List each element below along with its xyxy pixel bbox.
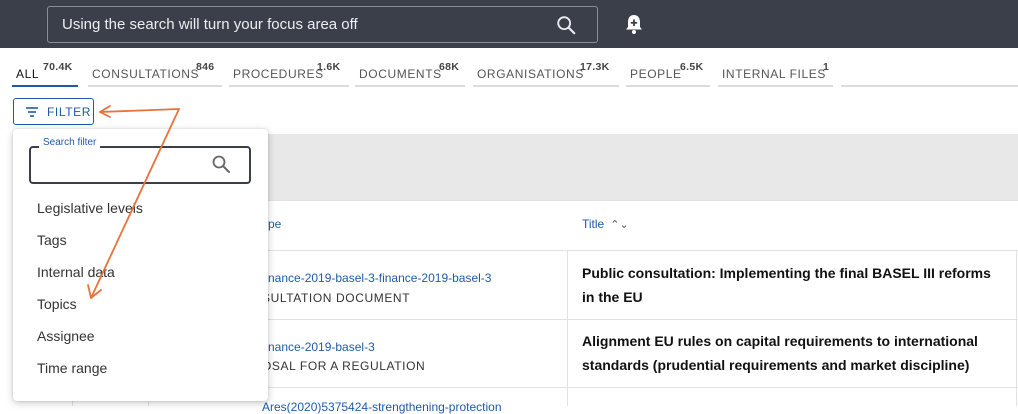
sort-arrows-icon[interactable]: ⌃⌄ xyxy=(610,219,628,231)
tab-label: CONSULTATIONS xyxy=(92,67,200,81)
tab-label: ALL xyxy=(16,67,40,81)
filter-lines-icon xyxy=(26,107,38,117)
table-divider xyxy=(255,250,1018,251)
filter-button-label: FILTER xyxy=(47,105,92,119)
row-title: Public consultation: Implementing the fi… xyxy=(582,265,991,305)
search-icon[interactable] xyxy=(555,14,577,36)
tab-count: 68K xyxy=(439,61,460,73)
row-title: Alignment EU rules on capital requiremen… xyxy=(582,333,978,373)
row-type: SULTATION DOCUMENT xyxy=(262,291,411,305)
column-divider xyxy=(567,250,568,406)
tab-label: PROCEDURES xyxy=(233,67,324,81)
tab-count: 1 xyxy=(823,61,830,73)
search-placeholder: Using the search will turn your focus ar… xyxy=(62,16,358,33)
tab-count: 6.5K xyxy=(680,61,704,73)
tab-procedures[interactable]: PROCEDURES 1.6K xyxy=(229,58,349,87)
table-divider xyxy=(255,200,1018,201)
filter-item-assignee[interactable]: Assignee xyxy=(37,328,95,344)
results-toolbar-band xyxy=(255,134,1018,200)
tab-count: 17.3K xyxy=(580,61,610,73)
annotation-arrow-to-filter xyxy=(99,108,180,113)
table-row-divider xyxy=(255,319,1018,320)
tab-count: 70.4K xyxy=(43,61,73,73)
row-link[interactable]: finance-2019-basel-3-finance-2019-basel-… xyxy=(262,271,491,285)
tab-count: 846 xyxy=(196,61,215,73)
tab-label: DOCUMENTS xyxy=(359,67,442,81)
result-tabs: ALL 70.4K CONSULTATIONS 846 PROCEDURES 1… xyxy=(0,58,1018,88)
table-row-divider xyxy=(255,387,1018,388)
filter-button[interactable]: FILTER xyxy=(13,98,94,125)
tab-label: INTERNAL FILES xyxy=(722,67,826,81)
tab-organisations[interactable]: ORGANISATIONS 17.3K xyxy=(473,58,619,87)
row-link[interactable]: Ares(2020)5375424-strengthening-protecti… xyxy=(262,400,502,414)
tab-label: ORGANISATIONS xyxy=(477,67,584,81)
filter-dropdown: Search filter Legislative levels Tags In… xyxy=(13,129,268,401)
tab-consultations[interactable]: CONSULTATIONS 846 xyxy=(88,58,222,87)
tab-label: PEOPLE xyxy=(630,67,682,81)
row-link[interactable]: finance-2019-basel-3 xyxy=(262,340,375,354)
filter-item-time-range[interactable]: Time range xyxy=(37,360,107,376)
tab-people[interactable]: PEOPLE 6.5K xyxy=(626,58,710,87)
add-notification-bell-icon[interactable] xyxy=(622,12,646,36)
filter-item-legislative-levels[interactable]: Legislative levels xyxy=(37,200,143,216)
column-header-title[interactable]: Title ⌃⌄ xyxy=(582,217,629,231)
search-icon[interactable] xyxy=(211,154,231,174)
tab-documents[interactable]: DOCUMENTS 68K xyxy=(355,58,465,87)
tab-internal-files[interactable]: INTERNAL FILES 1 xyxy=(718,58,833,87)
top-bar: Using the search will turn your focus ar… xyxy=(0,0,1018,48)
column-header-title-label: Title xyxy=(582,217,605,231)
filter-item-tags[interactable]: Tags xyxy=(37,232,67,248)
column-divider xyxy=(1016,250,1017,406)
filter-search-label: Search filter xyxy=(39,137,101,148)
tab-underline-filler xyxy=(841,58,1018,87)
row-type: OSAL FOR A REGULATION xyxy=(262,359,426,373)
tab-all[interactable]: ALL 70.4K xyxy=(12,58,78,87)
filter-item-internal-data[interactable]: Internal data xyxy=(37,264,115,280)
filter-item-topics[interactable]: Topics xyxy=(37,296,77,312)
tab-count: 1.6K xyxy=(317,61,341,73)
global-search-input[interactable]: Using the search will turn your focus ar… xyxy=(47,6,598,43)
